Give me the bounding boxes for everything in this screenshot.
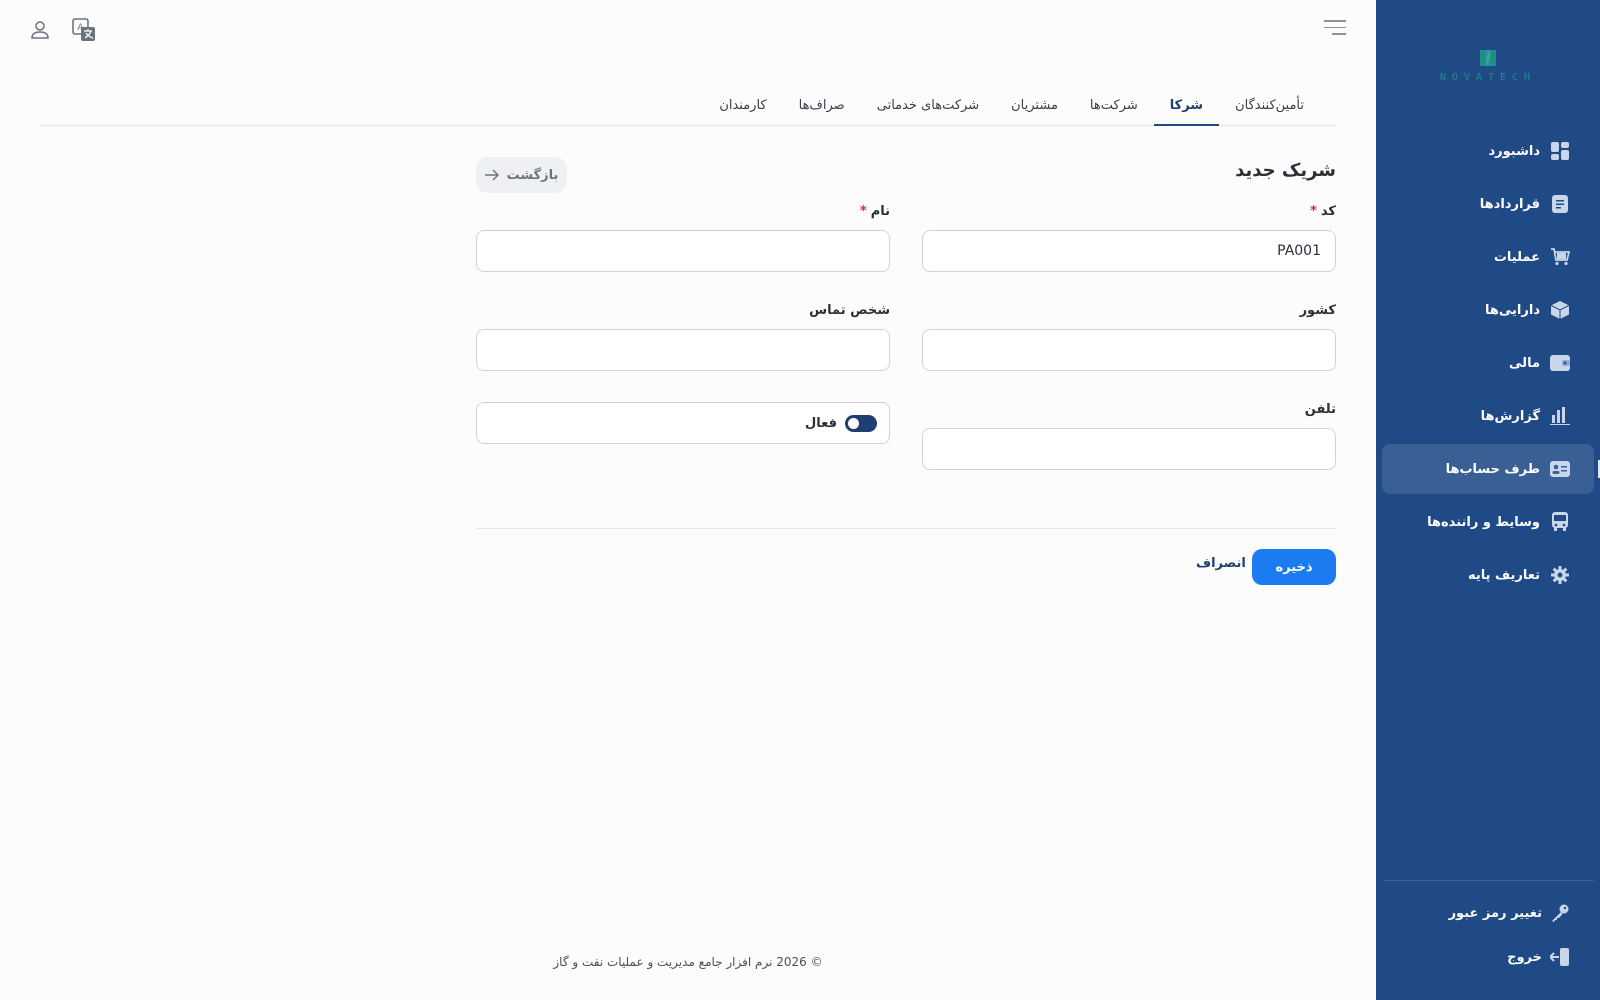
tab-suppliers[interactable]: تأمین‌کنندگان [1219,98,1320,125]
sidebar-divider [1384,880,1594,881]
sidebar-item-counterparties[interactable]: طرف حساب‌ها [1382,444,1600,494]
contact-person-label: شخص تماس [809,303,890,318]
translate-icon[interactable]: A [72,18,96,42]
active-toggle-label: فعال [804,415,837,431]
sidebar-item-dashboard[interactable]: داشبورد [1382,126,1594,176]
save-button[interactable]: ذخیره [1252,549,1336,585]
country-label: کشور [1299,303,1336,318]
logout-label: خروج [1507,949,1542,965]
name-label: نام* [860,204,890,219]
counterparty-tabs: تأمین‌کنندگان شرکا شرکت‌ها مشتریان شرکت‌… [40,88,1336,126]
bar-chart-icon [1550,406,1570,426]
user-icon[interactable] [28,18,52,42]
sidebar-item-finance[interactable]: مالی [1382,338,1594,388]
back-button[interactable]: بازگشت [476,157,567,193]
logo-text: NOVATECH [1439,72,1537,83]
dashboard-icon [1550,141,1570,161]
arrow-right-icon [484,169,499,181]
back-button-label: بازگشت [506,167,559,183]
document-icon [1550,194,1570,214]
tab-exchangers[interactable]: صراف‌ها [783,98,861,125]
toggle-knob [848,417,859,429]
logout-button[interactable]: خروج [1376,942,1600,972]
sidebar-item-base-definitions[interactable]: تعاریف پایه [1382,550,1594,600]
change-password-label: تغییر رمز عبور [1448,905,1542,921]
sidebar-item-label: عملیات [1493,249,1540,265]
active-toggle-switch[interactable] [845,414,877,432]
sidebar-item-vehicles[interactable]: وسایط و راننده‌ها [1382,497,1594,547]
gear-icon [1550,565,1570,585]
required-mark: * [1310,204,1317,219]
sidebar-item-operations[interactable]: عملیات [1382,232,1594,282]
cart-icon [1550,247,1570,267]
page-title: شریک جدید [1235,160,1336,181]
code-label-text: کد [1320,204,1336,219]
sidebar-item-contracts[interactable]: قراردادها [1382,179,1594,229]
sidebar-item-label: داشبورد [1488,143,1540,159]
name-input[interactable] [476,230,890,272]
sidebar-item-label: طرف حساب‌ها [1445,461,1540,477]
tab-companies[interactable]: شرکت‌ها [1074,98,1154,125]
sidebar-item-label: وسایط و راننده‌ها [1427,514,1540,530]
wallet-icon [1550,353,1570,373]
code-input[interactable] [922,230,1336,272]
phone-input[interactable] [922,428,1336,470]
bus-icon [1550,512,1570,532]
sidebar-item-reports[interactable]: گزارش‌ها [1382,391,1594,441]
cancel-button[interactable]: انصراف [1196,556,1246,571]
required-mark: * [859,204,867,219]
sidebar-item-label: گزارش‌ها [1480,408,1540,424]
contact-person-input[interactable] [476,329,890,371]
sidebar-item-label: مالی [1509,355,1540,371]
form-divider [476,528,1336,529]
id-card-icon [1550,459,1570,479]
sidebar-item-label: دارایی‌ها [1485,302,1540,318]
active-toggle-field: فعال [476,402,890,444]
logout-icon [1550,947,1570,967]
tab-partners[interactable]: شرکا [1153,98,1220,126]
tab-employees[interactable]: کارمندان [703,98,782,125]
brand-logo[interactable]: NOVATECH [1428,46,1548,92]
country-input[interactable] [922,329,1336,371]
sidebar-item-label: تعاریف پایه [1467,567,1540,583]
name-label-text: نام [870,204,890,219]
code-label: کد* [1310,204,1336,219]
footer-copyright: © 2026 نرم افزار جامع مدیریت و عملیات نف… [553,955,823,969]
box-icon [1550,300,1570,320]
sidebar-nav: داشبورد قراردادها عملیات دارایی‌ها مالی [1376,126,1600,603]
sidebar-item-label: قراردادها [1479,196,1540,212]
sidebar-item-assets[interactable]: دارایی‌ها [1382,285,1594,335]
phone-label: تلفن [1304,402,1336,417]
tab-customers[interactable]: مشتریان [995,98,1074,125]
change-password-button[interactable]: تغییر رمز عبور [1376,898,1600,928]
hamburger-icon[interactable] [1324,20,1346,38]
tab-service-companies[interactable]: شرکت‌های خدماتی [861,98,995,125]
logo-mark-icon [1480,50,1496,66]
key-icon [1550,903,1570,923]
sidebar: NOVATECH داشبورد قراردادها عملیات دارایی… [1376,0,1600,1000]
